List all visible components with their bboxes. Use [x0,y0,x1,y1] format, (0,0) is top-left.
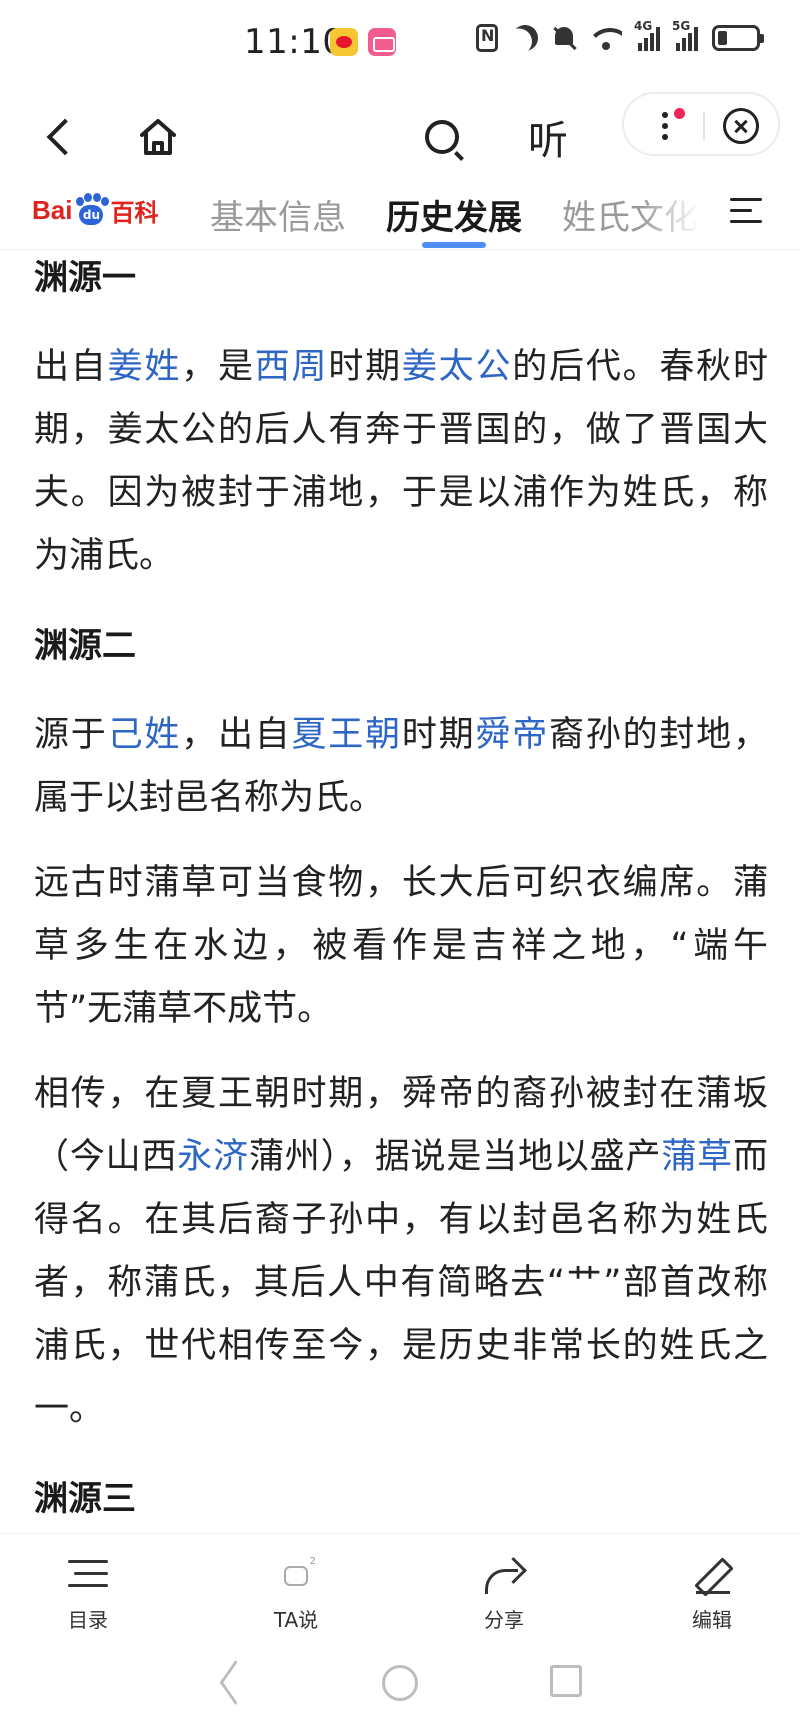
baidu-baike-logo[interactable]: Bai du 百科 [32,190,158,230]
notification-dot [674,108,685,119]
tab-basic-info[interactable]: 基本信息 [210,190,346,239]
section-title-origin-3: 渊源三 [34,1479,136,1519]
paragraph-origin-1: 出自姜姓，是西周时期姜太公的后代。春秋时期，姜太公的后人有奔于晋国的，做了晋国大… [34,347,768,576]
system-navigation-bar [0,1643,800,1732]
ta-says-label: TA说 [273,1608,319,1632]
signal-5g-icon: 5G [672,19,698,51]
tab-history[interactable]: 历史发展 [386,190,522,239]
more-options-icon[interactable] [662,112,668,142]
home-icon [140,119,176,155]
search-icon [425,120,459,154]
system-home-icon[interactable] [382,1665,418,1701]
share-label: 分享 [484,1608,524,1632]
toc-label: 目录 [68,1608,108,1632]
status-icons: 4G 5G [476,19,764,52]
toc-button[interactable]: 目录 [28,1554,148,1633]
share-icon [483,1559,525,1594]
system-recents-icon[interactable] [550,1665,582,1697]
mute-icon [552,25,576,51]
baidu-paw-icon: du [73,193,110,227]
link-western-zhou[interactable]: 西周 [255,347,329,387]
do-not-disturb-icon [507,20,543,56]
paragraph-origin-2: 源于己姓，出自夏王朝时期舜帝裔孙的封地，属于以封邑名称为氏。 [34,715,768,818]
ta-says-button[interactable]: TA说 [236,1554,356,1633]
link-yongji[interactable]: 永济 [177,1137,249,1177]
search-button[interactable] [410,102,474,172]
logo-text-bai: Bai [32,194,73,225]
nfc-icon [476,24,498,52]
back-button[interactable] [30,102,90,172]
pencil-icon [692,1557,732,1595]
mini-program-capsule [622,92,780,156]
link-ji-surname[interactable]: 己姓 [108,715,182,755]
article-content: 渊源一 出自姜姓，是西周时期姜太公的后代。春秋时期，姜太公的后人有奔于晋国的，做… [34,250,768,1533]
share-button[interactable]: 分享 [444,1554,564,1633]
bottom-toolbar: 目录 TA说 分享 编辑 [0,1533,800,1643]
system-back-icon[interactable] [216,1665,248,1701]
status-bar: 11:10 4G 5G [0,0,800,88]
chat-bubble-icon [284,1556,316,1586]
top-nav: 听 [0,88,800,188]
chevron-left-icon [46,118,84,156]
bilibili-notification-icon [368,28,396,56]
edit-button[interactable]: 编辑 [652,1554,772,1633]
wifi-icon [590,26,622,50]
battery-icon [712,25,764,51]
weibo-notification-icon [330,28,358,56]
tab-fade [640,180,700,244]
section-title-origin-1: 渊源一 [34,258,136,298]
list-icon [68,1560,108,1592]
paragraph-legend: 相传，在夏王朝时期，舜帝的裔孙被封在蒲坂（今山西永济蒲州），据说是当地以盛产蒲草… [34,1074,768,1429]
edit-label: 编辑 [692,1608,732,1632]
link-jiang-taigong[interactable]: 姜太公 [402,347,512,387]
menu-icon[interactable] [730,198,762,228]
link-jiang-surname[interactable]: 姜姓 [108,347,182,387]
link-emperor-shun[interactable]: 舜帝 [475,715,549,755]
close-icon[interactable] [723,108,759,144]
link-xia-dynasty[interactable]: 夏王朝 [292,715,402,755]
capsule-divider [703,112,705,140]
paragraph-cattail: 远古时蒲草可当食物，长大后可织衣编席。蒲草多生在水边，被看作是吉祥之地，“端午节… [34,863,768,1029]
section-tab-bar: Bai du 百科 基本信息 历史发展 姓氏文化 [0,180,800,250]
section-title-origin-2: 渊源二 [34,626,136,666]
signal-4g-icon: 4G [634,19,660,51]
active-tab-indicator [422,242,486,248]
home-button[interactable] [126,102,190,172]
link-cattail[interactable]: 蒲草 [661,1137,733,1177]
listen-button[interactable]: 听 [508,102,588,172]
logo-text-baike: 百科 [110,198,159,227]
